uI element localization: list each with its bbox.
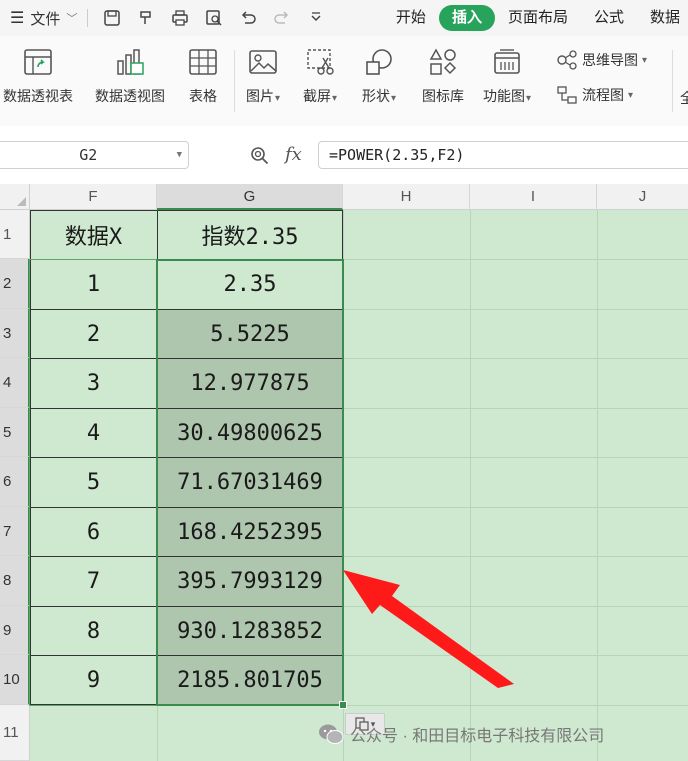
print-preview-icon[interactable] [204,8,224,28]
flowchart-button[interactable]: 流程图 ▾ [556,85,633,105]
worksheet-grid[interactable]: F G H I J 1 2 3 4 5 6 7 8 9 10 11 数据X 指数… [0,184,688,761]
customize-toolbar-icon[interactable] [306,8,326,28]
cell-g1[interactable]: 指数2.35 [158,211,342,259]
column-header-j[interactable]: J [597,184,688,210]
icon-library-button[interactable]: 图标库 [422,46,464,106]
selection-border [156,259,344,706]
watermark: 公众号 · 和田目标电子科技有限公司 [318,722,604,746]
undo-icon[interactable] [238,8,258,28]
gridline [470,210,471,761]
scissors-icon [304,46,336,78]
pivot-chart-button[interactable]: 数据透视图 [95,46,165,106]
tab-insert[interactable]: 插入 [438,5,495,31]
divider [87,9,89,27]
name-box-value: G2 [79,146,98,164]
row-header-2[interactable]: 2 [0,259,30,309]
file-menu[interactable]: ☰ 文件 ﹀ [10,8,77,29]
picture-button[interactable]: 图片▾ [246,46,280,106]
pivot-table-label: 数据透视表 [3,88,73,104]
column-header-h[interactable]: H [343,184,470,210]
row-header-3[interactable]: 3 [0,309,30,358]
ribbon-insert: 数据透视表 数据透视图 表格 图片▾ 截屏▾ 形状▾ 图标库 功能图▾ 思维导图… [0,36,688,127]
formula-bar: G2 ▼ fx =POWER(2.35,F2) [0,126,688,184]
copy-range-outline [29,259,158,706]
column-header-g[interactable]: G [157,184,343,210]
print-icon[interactable] [170,8,190,28]
insert-function-button[interactable]: fx [285,144,302,165]
column-header-i[interactable]: I [470,184,597,210]
shapes-icon [363,46,395,78]
file-menu-label: 文件 [30,10,61,28]
pivot-chart-icon [114,46,146,78]
tab-home[interactable]: 开始 [383,5,439,31]
select-all-button[interactable] [0,184,30,210]
wechat-icon [319,724,344,744]
row-header-1[interactable]: 1 [0,210,30,259]
row-header-6[interactable]: 6 [0,457,30,507]
format-painter-icon[interactable] [136,8,156,28]
table-button[interactable]: 表格 [187,46,219,106]
row-header-10[interactable]: 10 [0,655,30,705]
shape-label: 形状 [362,88,390,104]
mind-map-label: 思维导图 [582,52,638,68]
ribbon-tabs: 开始 插入 页面布局 公式 数据 [383,5,688,31]
row-header-4[interactable]: 4 [0,358,30,408]
save-icon[interactable] [102,8,122,28]
icon-library-icon [427,46,459,78]
tab-formulas[interactable]: 公式 [581,5,637,31]
tab-page-layout[interactable]: 页面布局 [495,5,581,31]
table-icon [187,46,219,78]
mind-map-icon [557,50,577,70]
table-label: 表格 [189,88,217,104]
gridline [597,210,598,761]
quick-access-toolbar [102,8,326,28]
picture-label: 图片 [246,88,274,104]
cell-f1[interactable]: 数据X [30,211,157,259]
formula-text: =POWER(2.35,F2) [329,146,465,164]
row-header-11[interactable]: 11 [0,705,30,761]
chevron-down-icon: ﹀ [66,13,78,25]
screenshot-label: 截屏 [303,88,331,104]
more-insert-button[interactable]: 全 [680,88,688,108]
row-header-5[interactable]: 5 [0,408,30,457]
fill-handle[interactable] [339,701,347,709]
function-chart-icon [491,46,523,78]
flowchart-icon [557,86,577,104]
divider [672,50,673,112]
picture-icon [247,46,279,78]
caret-down-icon: ▾ [275,93,281,104]
function-chart-button[interactable]: 功能图▾ [483,46,531,106]
row-header-8[interactable]: 8 [0,556,30,606]
zoom-formula-icon[interactable] [250,146,270,166]
more-insert-label: 全 [680,90,688,106]
row-header-9[interactable]: 9 [0,606,30,655]
hamburger-icon: ☰ [10,10,25,27]
row-header-7[interactable]: 7 [0,507,30,556]
icon-library-label: 图标库 [422,88,464,104]
name-box[interactable]: G2 ▼ [0,141,189,169]
divider [234,50,235,112]
caret-down-icon: ▾ [391,93,397,104]
caret-down-icon: ▾ [642,54,648,66]
caret-down-icon: ▼ [176,150,182,160]
formula-input[interactable]: =POWER(2.35,F2) [318,141,688,169]
caret-down-icon: ▾ [526,93,532,104]
caret-down-icon: ▾ [332,93,338,104]
pivot-table-icon [22,46,54,78]
tab-data[interactable]: 数据 [637,5,688,31]
pivot-chart-label: 数据透视图 [95,88,165,104]
watermark-text: 公众号 · 和田目标电子科技有限公司 [350,728,605,745]
caret-down-icon: ▾ [628,89,634,101]
column-header-f[interactable]: F [30,184,157,210]
shape-button[interactable]: 形状▾ [362,46,396,106]
flowchart-label: 流程图 [582,87,624,103]
redo-icon[interactable] [272,8,292,28]
screenshot-button[interactable]: 截屏▾ [303,46,337,106]
pivot-table-button[interactable]: 数据透视表 [3,46,73,106]
menu-bar: ☰ 文件 ﹀ 开始 插入 页面布局 公式 数据 [0,0,688,36]
function-chart-label: 功能图 [483,88,525,104]
mind-map-button[interactable]: 思维导图 ▾ [556,50,647,70]
